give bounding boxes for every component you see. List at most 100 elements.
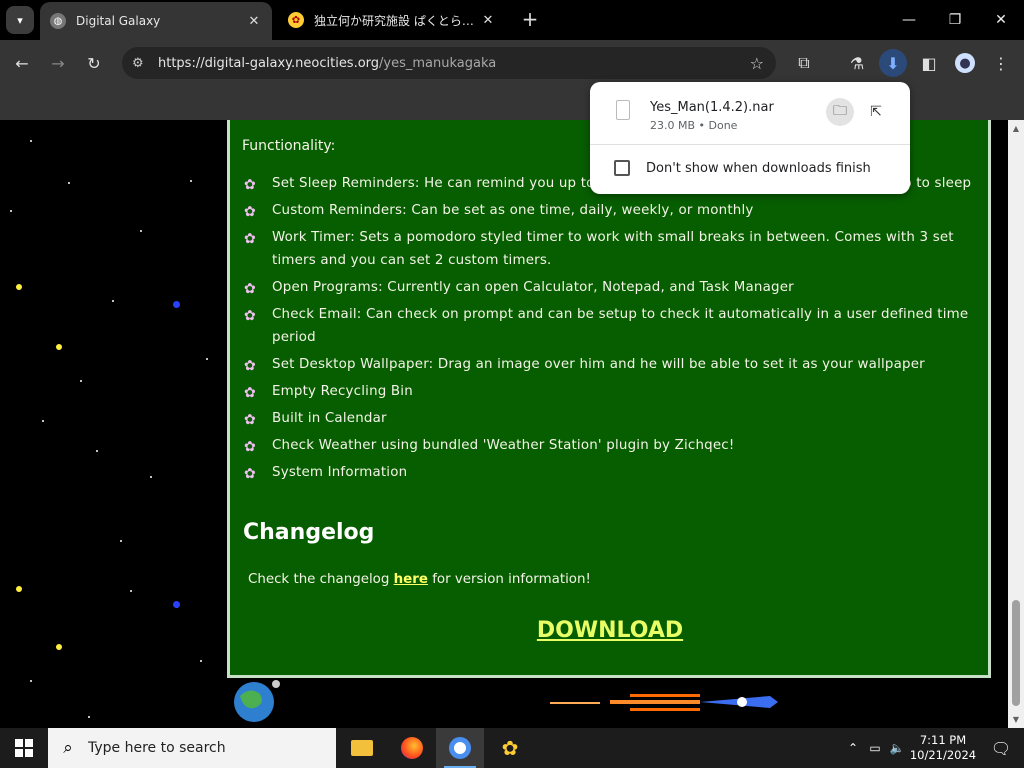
flower-bullet-icon: ✿: [244, 439, 256, 455]
changelog-text: Check the changelog here for version inf…: [248, 572, 591, 587]
toolbar: ← → ↻ ⚙ https://digital-galaxy.neocities…: [0, 40, 1024, 86]
star: [200, 660, 202, 662]
tab-pakutora[interactable]: ✿ 独立何か研究施設 ぱくとら研究所 ✕: [278, 0, 506, 40]
browser-window: ▾ ◍ Digital Galaxy ✕ ✿ 独立何か研究施設 ぱくとら研究所 …: [0, 0, 1024, 768]
feature-text: System Information: [272, 465, 408, 480]
vertical-scrollbar[interactable]: ▲ ▼: [1008, 120, 1024, 728]
star: [140, 230, 142, 232]
flower-bullet-icon: ✿: [244, 385, 256, 401]
download-file-meta: 23.0 MB • Done: [650, 119, 738, 132]
tab-search-button[interactable]: ▾: [6, 6, 34, 34]
feature-text: Check Weather using bundled 'Weather Sta…: [272, 438, 735, 453]
download-file-name[interactable]: Yes_Man(1.4.2).nar: [650, 100, 774, 115]
windows-taskbar: ⌕ Type here to search ✿ ⌃ ▭ 🔈 7:11 PM 10…: [0, 728, 1024, 768]
taskbar-search-box[interactable]: ⌕ Type here to search: [48, 728, 336, 768]
back-arrow-icon[interactable]: ←: [8, 49, 36, 77]
side-panel-icon[interactable]: ◧: [915, 49, 943, 77]
star: [80, 380, 82, 382]
ukagaka-app-icon[interactable]: ✿: [486, 728, 534, 768]
feature-text: Custom Reminders: Can be set as one time…: [272, 203, 754, 218]
start-button[interactable]: [0, 728, 48, 768]
changelog-heading: Changelog: [243, 520, 375, 545]
forward-arrow-icon[interactable]: →: [44, 49, 72, 77]
feature-text: Built in Calendar: [272, 411, 387, 426]
notifications-icon[interactable]: 🗨: [978, 739, 1024, 758]
reload-icon[interactable]: ↻: [80, 49, 108, 77]
restore-button[interactable]: ❐: [932, 0, 978, 40]
new-tab-button[interactable]: +: [518, 8, 542, 32]
star: [10, 210, 12, 212]
download-link[interactable]: DOWNLOAD: [230, 618, 990, 643]
feature-text: Work Timer: Sets a pomodoro styled timer…: [272, 230, 954, 268]
star: [112, 300, 114, 302]
flower-bullet-icon: ✿: [244, 204, 256, 220]
file-icon: [616, 100, 630, 120]
feature-list: ✿ Set Sleep Reminders: He can remind you …: [242, 172, 972, 488]
file-explorer-icon[interactable]: [338, 728, 386, 768]
feature-item: ✿ Set Desktop Wallpaper: Drag an image ov…: [242, 353, 972, 376]
bookmark-star-icon[interactable]: ☆: [750, 54, 764, 73]
feature-item: ✿ Check Weather using bundled 'Weather St…: [242, 434, 972, 457]
tab-title: 独立何か研究施設 ぱくとら研究所: [314, 13, 480, 28]
minimize-button[interactable]: —: [886, 0, 932, 40]
feature-text: Open Programs: Currently can open Calcul…: [272, 280, 794, 295]
star: [190, 180, 192, 182]
blue-star: [173, 601, 180, 608]
close-window-button[interactable]: ✕: [978, 0, 1024, 40]
tab-digital-galaxy[interactable]: ◍ Digital Galaxy ✕: [40, 2, 272, 40]
clock-date: 10/21/2024: [909, 748, 977, 762]
tab-title: Digital Galaxy: [76, 14, 161, 28]
downloads-bubble: Yes_Man(1.4.2).nar 23.0 MB • Done 🗀 ⇱ Do…: [590, 82, 910, 194]
star: [96, 450, 98, 452]
blue-star: [173, 301, 180, 308]
sparkle-star: [16, 284, 22, 290]
menu-kebab-icon[interactable]: ⋮: [987, 49, 1015, 77]
scroll-down-arrow-icon[interactable]: ▼: [1008, 715, 1024, 724]
dont-show-label[interactable]: Don't show when downloads finish: [646, 161, 871, 176]
address-bar[interactable]: ⚙ https://digital-galaxy.neocities.org/y…: [122, 47, 776, 79]
flower-bullet-icon: ✿: [244, 358, 256, 374]
extensions-puzzle-icon[interactable]: ⧉: [790, 49, 818, 77]
sparkle-star: [56, 344, 62, 350]
feature-item: ✿ Built in Calendar: [242, 407, 972, 430]
flower-bullet-icon: ✿: [244, 281, 256, 297]
dont-show-checkbox[interactable]: [614, 160, 630, 176]
feature-text: Set Desktop Wallpaper: Drag an image ove…: [272, 357, 925, 372]
site-info-icon[interactable]: ⚙: [122, 56, 152, 71]
rocket-icon: [550, 694, 778, 711]
search-placeholder[interactable]: Type here to search: [88, 740, 226, 756]
open-external-icon[interactable]: ⇱: [862, 98, 890, 126]
download-link-label[interactable]: DOWNLOAD: [537, 618, 683, 643]
flower-bullet-icon: ✿: [244, 231, 256, 247]
profile-avatar-icon[interactable]: ●: [951, 49, 979, 77]
feature-item: ✿ Empty Recycling Bin: [242, 380, 972, 403]
download-icon[interactable]: ⬇: [879, 49, 907, 77]
show-in-folder-icon[interactable]: 🗀: [826, 98, 854, 126]
changelog-pre: Check the changelog: [248, 572, 394, 587]
tab-strip: ▾ ◍ Digital Galaxy ✕ ✿ 独立何か研究施設 ぱくとら研究所 …: [0, 0, 1024, 40]
divider: [590, 144, 910, 145]
firefox-icon[interactable]: [388, 728, 436, 768]
network-icon[interactable]: ▭: [864, 741, 886, 755]
star: [42, 420, 44, 422]
flower-bullet-icon: ✿: [244, 177, 256, 193]
close-tab-icon[interactable]: ✕: [480, 13, 496, 28]
flower-bullet-icon: ✿: [244, 412, 256, 428]
web-page: Functionality: ✿ Set Sleep Reminders: He …: [0, 120, 1008, 728]
search-icon: ⌕: [63, 738, 73, 758]
changelog-link[interactable]: here: [394, 572, 428, 587]
scroll-up-arrow-icon[interactable]: ▲: [1008, 124, 1024, 133]
star: [130, 590, 132, 592]
chrome-icon[interactable]: [436, 728, 484, 768]
close-tab-icon[interactable]: ✕: [246, 14, 262, 29]
clock-time: 7:11 PM: [919, 733, 967, 747]
url-text[interactable]: https://digital-galaxy.neocities.org/yes…: [152, 56, 496, 71]
clock[interactable]: 7:11 PM 10/21/2024: [908, 733, 978, 763]
scrollbar-thumb[interactable]: [1012, 600, 1020, 706]
labs-flask-icon[interactable]: ⚗: [843, 49, 871, 77]
star: [120, 540, 122, 542]
chevron-up-icon[interactable]: ⌃: [842, 741, 864, 755]
url-host: https://digital-galaxy.neocities.org: [158, 55, 380, 71]
star: [206, 358, 208, 360]
volume-muted-icon[interactable]: 🔈: [886, 741, 908, 755]
